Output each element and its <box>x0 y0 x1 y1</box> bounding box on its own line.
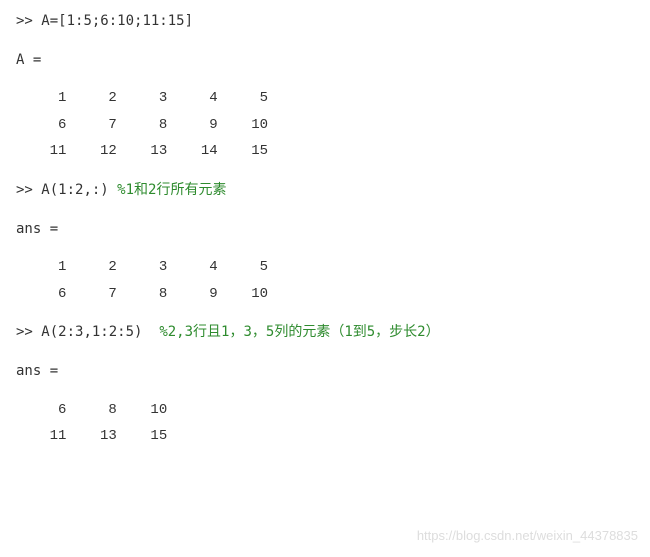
command-line-3: >> A(2:3,1:2:5) %2,3行且1，3，5列的元素（1到5，步长2） <box>16 319 634 346</box>
input-line-1: >> A=[1:5;6:10;11:15] <box>16 8 634 35</box>
matrix-ans2: 6 8 10 11 13 15 <box>16 397 634 450</box>
comment-3: %2,3行且1，3，5列的元素（1到5，步长2） <box>159 324 439 340</box>
input-line-2: >> A(1:2,:) %1和2行所有元素 <box>16 177 634 204</box>
watermark-text: https://blog.csdn.net/weixin_44378835 <box>417 524 638 549</box>
matrix-row: 6 7 8 9 10 <box>16 281 634 308</box>
matrix-row: 6 7 8 9 10 <box>16 112 634 139</box>
matrix-ans1: 1 2 3 4 5 6 7 8 9 10 <box>16 254 634 307</box>
matrix-row: 11 12 13 14 15 <box>16 138 634 165</box>
code-3: A(2:3,1:2:5) <box>41 324 159 340</box>
output-label-A: A = <box>16 47 634 74</box>
input-line-3: >> A(2:3,1:2:5) %2,3行且1，3，5列的元素（1到5，步长2） <box>16 319 634 346</box>
code-1: A=[1:5;6:10;11:15] <box>41 13 193 29</box>
matrix-A: 1 2 3 4 5 6 7 8 9 10 11 12 13 14 15 <box>16 85 634 165</box>
matrix-row: 1 2 3 4 5 <box>16 254 634 281</box>
prompt-1: >> <box>16 13 41 29</box>
output-label-ans2: ans = <box>16 358 634 385</box>
command-line-1: >> A=[1:5;6:10;11:15] <box>16 8 634 35</box>
comment-2: %1和2行所有元素 <box>117 182 226 198</box>
output-label-ans1: ans = <box>16 216 634 243</box>
prompt-2: >> <box>16 182 41 198</box>
code-2: A(1:2,:) <box>41 182 117 198</box>
matrix-row: 1 2 3 4 5 <box>16 85 634 112</box>
prompt-3: >> <box>16 324 41 340</box>
matrix-row: 6 8 10 <box>16 397 634 424</box>
command-line-2: >> A(1:2,:) %1和2行所有元素 <box>16 177 634 204</box>
matrix-row: 11 13 15 <box>16 423 634 450</box>
